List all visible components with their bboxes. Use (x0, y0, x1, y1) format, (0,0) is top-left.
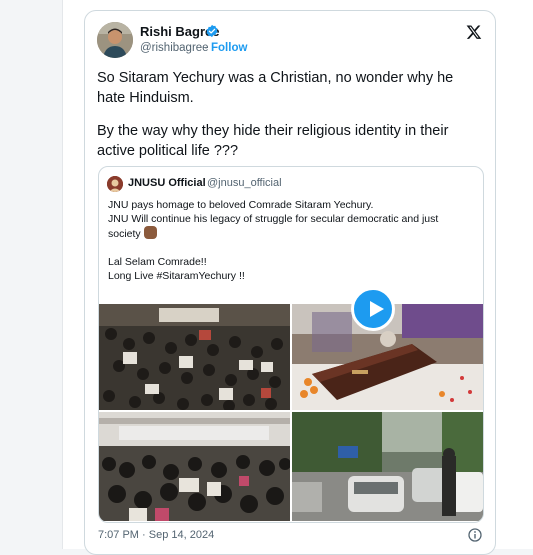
tweet-text-line: hate Hinduism. (97, 90, 194, 106)
tweet-timestamp[interactable]: 7:07 PM · Sep 14, 2024 (98, 529, 214, 541)
tweet-text-line: active political life ??? (97, 143, 239, 159)
page-gutter (0, 0, 62, 549)
x-logo-icon[interactable] (466, 24, 482, 40)
author-handle[interactable]: @rishibagree (140, 42, 209, 54)
play-icon (370, 301, 384, 317)
quoted-text-line: JNU Will continue his legacy of struggle… (108, 213, 439, 225)
tweet-embed-card[interactable]: Rishi Bagree @rishibagree · Follow So Si… (84, 10, 496, 555)
quoted-tweet[interactable]: JNUSU Official @jnusu_official JNU pays … (98, 166, 484, 523)
verified-badge-icon (206, 24, 218, 38)
follow-button[interactable]: Follow (211, 42, 247, 54)
author-avatar[interactable] (97, 22, 133, 58)
media-photo-gathering[interactable] (99, 412, 290, 521)
quoted-text-segment: society (108, 228, 141, 240)
media-video-street[interactable] (292, 412, 483, 521)
info-icon[interactable] (468, 528, 482, 542)
tweet-text-line: By the way why they hide their religious… (97, 123, 449, 139)
quoted-text-line: Long Live #SitaramYechury !! (108, 270, 245, 282)
tweet-text-line: So Sitaram Yechury was a Christian, no w… (97, 70, 454, 86)
quoted-text-line: Lal Selam Comrade!! (108, 256, 207, 268)
quoted-author-avatar (107, 176, 123, 192)
quoted-text-line-with-emoji: society (108, 226, 157, 241)
raised-fist-emoji (143, 226, 157, 239)
quoted-author-handle: @jnusu_official (207, 177, 282, 189)
play-video-button[interactable] (351, 287, 395, 331)
handle-separator: · (204, 42, 208, 54)
media-photo-crowd[interactable] (99, 304, 290, 410)
quoted-author-name: JNUSU Official (128, 177, 206, 189)
quoted-text-line: JNU pays homage to beloved Comrade Sitar… (108, 199, 374, 211)
